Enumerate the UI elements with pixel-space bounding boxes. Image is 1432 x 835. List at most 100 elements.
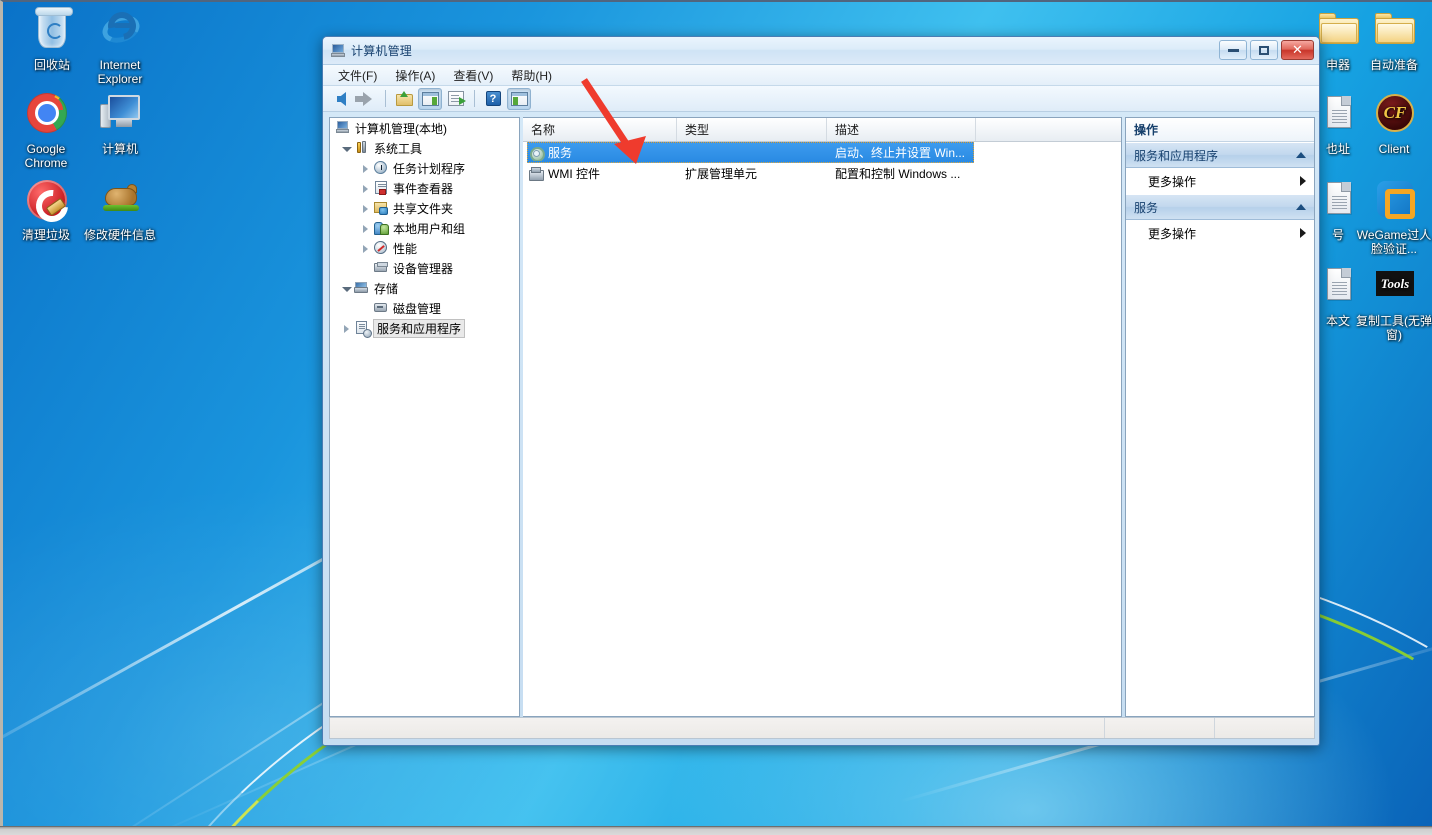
tree-node-storage[interactable]: 存储 <box>330 278 519 298</box>
desktop-icon-label: Internet Explorer <box>97 58 143 86</box>
desktop-icon-label: 自动准备 <box>1369 58 1418 72</box>
help-button[interactable]: ? <box>481 88 505 110</box>
action-group-services[interactable]: 服务 <box>1126 194 1314 220</box>
export-list-icon <box>448 91 466 106</box>
tree-node-label: 共享文件夹 <box>393 201 454 216</box>
desktop-icon-google-chrome[interactable]: Google Chrome <box>4 90 88 170</box>
twisty-collapsed-icon[interactable] <box>359 162 372 175</box>
google-chrome-icon <box>22 90 70 138</box>
tools-icon: Tools <box>1370 262 1418 310</box>
export-list-button[interactable] <box>444 88 468 110</box>
folder-icon <box>1370 6 1418 54</box>
desktop-icon-label: 计算机 <box>101 142 138 156</box>
status-bar-segment-a <box>1104 718 1214 738</box>
desktop-icon-label: Google Chrome <box>24 142 68 170</box>
desktop-icon-label: 清理垃圾 <box>21 228 70 242</box>
desktop-icon-label: Client <box>1378 142 1410 156</box>
title-bar[interactable]: 计算机管理 ✕ <box>323 37 1319 65</box>
column-header-filler[interactable] <box>976 118 1121 141</box>
tree-node-disk-management[interactable]: 磁盘管理 <box>330 298 519 318</box>
action-item-label: 更多操作 <box>1148 174 1197 189</box>
internet-explorer-icon <box>96 6 144 54</box>
tree-node-shared-folders[interactable]: 共享文件夹 <box>330 198 519 218</box>
tree-node-device-manager[interactable]: 设备管理器 <box>330 258 519 278</box>
minimize-button[interactable] <box>1219 40 1247 60</box>
twisty-collapsed-icon[interactable] <box>359 182 372 195</box>
close-button[interactable]: ✕ <box>1281 40 1314 60</box>
show-hide-console-tree-button[interactable] <box>418 87 442 110</box>
tree-node-label: 本地用户和组 <box>393 221 466 236</box>
local-users-groups-icon <box>373 220 389 236</box>
tree-node-system-tools[interactable]: 系统工具 <box>330 138 519 158</box>
crossfire-client-icon: CF <box>1370 90 1418 138</box>
tree-node-local-users-groups[interactable]: 本地用户和组 <box>330 218 519 238</box>
action-group-label: 服务 <box>1134 200 1159 215</box>
taskbar[interactable] <box>0 826 1432 835</box>
desktop-icon-clean-junk[interactable]: 清理垃圾 <box>4 176 88 242</box>
menu-view[interactable]: 查看(V) <box>444 65 502 86</box>
twisty-collapsed-icon[interactable] <box>359 242 372 255</box>
menu-help[interactable]: 帮助(H) <box>502 65 561 86</box>
twisty-collapsed-icon[interactable] <box>359 202 372 215</box>
chevron-up-icon[interactable] <box>1296 204 1306 210</box>
computer-icon <box>96 90 144 138</box>
forward-button[interactable] <box>354 88 379 110</box>
up-one-level-button[interactable] <box>392 88 416 110</box>
action-pane: 操作 服务和应用程序 更多操作 服务 更多操作 <box>1125 117 1315 717</box>
tree-node-performance[interactable]: 性能 <box>330 238 519 258</box>
action-item-label: 更多操作 <box>1148 226 1197 241</box>
tree-node-task-scheduler[interactable]: 任务计划程序 <box>330 158 519 178</box>
window-controls: ✕ <box>1219 40 1314 60</box>
action-item-more-actions-services[interactable]: 更多操作 <box>1126 220 1314 246</box>
maximize-button[interactable] <box>1250 40 1278 60</box>
tree-node-label: 存储 <box>374 281 399 296</box>
desktop-icon-crossfire-client[interactable]: CF Client <box>1352 90 1432 156</box>
twisty-collapsed-icon[interactable] <box>340 322 353 335</box>
show-hide-action-pane-button[interactable] <box>507 87 531 110</box>
chevron-up-icon[interactable] <box>1296 152 1306 158</box>
clean-junk-icon <box>22 176 70 224</box>
menu-file[interactable]: 文件(F) <box>329 65 386 86</box>
twisty-expanded-icon[interactable] <box>340 282 353 295</box>
desktop-icon-label: 复制工具(无弹窗) <box>1356 314 1432 342</box>
tree-node-label: 系统工具 <box>374 141 423 156</box>
back-button[interactable] <box>329 88 353 110</box>
tree-node-label: 服务和应用程序 <box>373 318 466 338</box>
folder-up-icon <box>395 91 413 106</box>
desktop-icon-modify-hardware-info[interactable]: 修改硬件信息 <box>78 176 162 242</box>
desktop-icon-internet-explorer[interactable]: Internet Explorer <box>78 6 162 86</box>
tree-node-services-and-applications[interactable]: 服务和应用程序 <box>330 318 519 338</box>
desktop-icon-wegame[interactable]: WeGame过人脸验证... <box>1352 176 1432 256</box>
performance-icon <box>373 240 389 256</box>
toolbar-separator <box>474 90 475 107</box>
list-row-services[interactable]: 服务 启动、终止并设置 Win... <box>523 142 1121 163</box>
tree-node-computer-management[interactable]: 计算机管理(本地) <box>330 118 519 138</box>
tree-pane-icon <box>421 91 439 106</box>
list-row-wmi-control[interactable]: WMI 控件 扩展管理单元 配置和控制 Windows ... <box>523 163 1121 184</box>
tool-bar: ? <box>323 86 1319 112</box>
desktop-icon-folder-auto-prepare[interactable]: 自动准备 <box>1352 6 1432 72</box>
tree-node-label: 设备管理器 <box>393 261 454 276</box>
action-group-label: 服务和应用程序 <box>1134 148 1219 163</box>
tree-node-label: 事件查看器 <box>393 181 454 196</box>
menu-action[interactable]: 操作(A) <box>386 65 444 86</box>
tree-node-event-viewer[interactable]: 事件查看器 <box>330 178 519 198</box>
action-group-services-and-applications[interactable]: 服务和应用程序 <box>1126 142 1314 168</box>
action-item-more-actions-services-and-applications[interactable]: 更多操作 <box>1126 168 1314 194</box>
desktop-icon-computer[interactable]: 计算机 <box>78 90 162 156</box>
column-header-name[interactable]: 名称 <box>523 118 677 141</box>
menu-bar: 文件(F) 操作(A) 查看(V) 帮助(H) <box>323 65 1319 86</box>
cell-name: 服务 <box>523 144 677 161</box>
list-view-pane[interactable]: 名称 类型 描述 服务 启动、终止并设置 Win... WMI 控件 扩展管理单… <box>523 117 1122 717</box>
event-viewer-icon <box>373 180 389 196</box>
column-header-description[interactable]: 描述 <box>827 118 976 141</box>
cell-description: 配置和控制 Windows ... <box>835 167 961 181</box>
desktop-icon-label: 修改硬件信息 <box>83 228 156 242</box>
console-tree-pane[interactable]: 计算机管理(本地) 系统工具 任务计划程序 事件查看器 共享文件夹 本地用户和组… <box>329 117 520 717</box>
cell-type: 扩展管理单元 <box>685 167 758 181</box>
desktop-icon-copy-tool[interactable]: Tools 复制工具(无弹窗) <box>1352 262 1432 342</box>
twisty-collapsed-icon[interactable] <box>359 222 372 235</box>
column-header-type[interactable]: 类型 <box>677 118 827 141</box>
services-applications-icon <box>354 320 372 338</box>
twisty-expanded-icon[interactable] <box>340 142 353 155</box>
